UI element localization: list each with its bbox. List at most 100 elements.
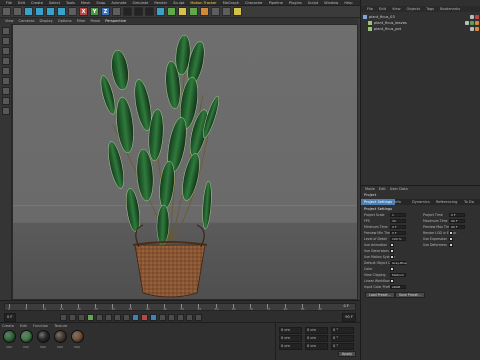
menu-item-edit[interactable]: Edit [18, 1, 25, 5]
scale-tool[interactable] [46, 7, 55, 16]
live-selection-tool[interactable] [24, 7, 33, 16]
redo-button[interactable] [13, 7, 22, 16]
floor-button[interactable] [211, 7, 220, 16]
deformer-button[interactable] [200, 7, 209, 16]
rotation-p-field[interactable]: 0 ° [331, 334, 354, 342]
points-mode-button[interactable] [1, 67, 10, 75]
spline-pen-button[interactable] [178, 7, 187, 16]
menu-item-create[interactable]: Create [31, 1, 43, 5]
viewport-menu-filter[interactable]: Filter [77, 19, 86, 23]
attribute-checkbox[interactable] [449, 236, 453, 241]
undo-button[interactable] [2, 7, 11, 16]
object-menu-view[interactable]: View [392, 7, 401, 11]
material-tag-icon[interactable] [475, 27, 479, 31]
visibility-dots[interactable] [470, 27, 474, 31]
go-to-start-button[interactable] [59, 314, 67, 321]
material-swatch[interactable] [20, 330, 33, 343]
attribute-checkbox[interactable] [390, 242, 394, 247]
menu-item-plugins[interactable]: Plugins [289, 1, 302, 5]
array-button[interactable] [189, 7, 198, 16]
autokeying-button[interactable] [140, 314, 148, 321]
material-tag-icon[interactable] [470, 21, 474, 25]
timeline-ruler[interactable]: 0 F 0 5 10 15 20 25 30 35 40 45 50 55 60 65 70 75 80 85 90 [4, 303, 356, 311]
y-axis-lock[interactable]: Y [90, 7, 99, 16]
material-swatch[interactable] [54, 330, 67, 343]
attribute-value-field[interactable]: 0 F [390, 230, 406, 235]
viewport-menu-cameras[interactable]: Cameras [19, 19, 35, 23]
next-frame-button[interactable] [95, 314, 103, 321]
attribute-value-field[interactable]: 100 % [390, 236, 406, 241]
object-menu-tags[interactable]: Tags [426, 7, 434, 11]
material-menu-create[interactable]: Create [2, 324, 14, 328]
object-menu-objects[interactable]: Objects [407, 7, 421, 11]
attribute-value-field[interactable]: sRGB [390, 284, 406, 289]
material-menu-function[interactable]: Function [33, 324, 48, 328]
attribute-menu-edit[interactable]: Edit [379, 187, 386, 191]
position-z-field[interactable]: 0 cm [279, 342, 302, 350]
visibility-dots[interactable] [470, 15, 474, 19]
size-x-field[interactable]: 0 cm [305, 326, 328, 334]
tab-info[interactable]: Info [391, 199, 404, 205]
go-to-end-button[interactable] [113, 314, 121, 321]
rotation-key-button[interactable] [176, 314, 184, 321]
material-menu-texture[interactable]: Texture [54, 324, 67, 328]
move-tool[interactable] [35, 7, 44, 16]
menu-item-window[interactable]: Window [324, 1, 338, 5]
tab-to-do[interactable]: To Do [461, 199, 477, 205]
play-button[interactable] [86, 314, 94, 321]
visibility-dots[interactable] [465, 21, 469, 25]
viewport-menu-options[interactable]: Options [58, 19, 72, 23]
next-key-button[interactable] [104, 314, 112, 321]
attribute-checkbox[interactable] [390, 254, 394, 259]
menu-item-mesh[interactable]: Mesh [81, 1, 90, 5]
recent-tools-button[interactable] [68, 7, 77, 16]
object-menu-file[interactable]: File [367, 7, 373, 11]
cube-button[interactable] [156, 7, 165, 16]
attribute-menu-mode[interactable]: Mode [365, 187, 375, 191]
camera-button[interactable] [222, 7, 231, 16]
menu-item-script[interactable]: Script [308, 1, 318, 5]
end-frame-field[interactable]: 90 F [342, 313, 356, 322]
attribute-value-field[interactable]: 0 F [390, 224, 406, 229]
model-mode-button[interactable] [1, 37, 10, 45]
material-swatch[interactable] [37, 330, 50, 343]
render-picture-viewer-button[interactable] [134, 7, 143, 16]
axis-mode-button[interactable] [1, 97, 10, 105]
object-row[interactable]: plant_ficus_pot [363, 26, 479, 32]
menu-item-simulate[interactable]: Simulate [132, 1, 148, 5]
attribute-value-field[interactable]: 90 F [449, 218, 465, 223]
tab-dynamics[interactable]: Dynamics [409, 199, 433, 205]
attribute-checkbox[interactable] [390, 266, 394, 271]
texture-mode-button[interactable] [1, 47, 10, 55]
attribute-value-field[interactable]: 1 [390, 212, 406, 217]
render-settings-button[interactable] [145, 7, 154, 16]
position-x-field[interactable]: 0 cm [279, 326, 302, 334]
attribute-checkbox[interactable] [390, 248, 394, 253]
attribute-value-field[interactable]: Medium [390, 272, 406, 277]
attribute-menu-user-data[interactable]: User Data [390, 187, 408, 191]
rotate-tool[interactable] [57, 7, 66, 16]
menu-item-help[interactable]: Help [344, 1, 352, 5]
previous-key-button[interactable] [68, 314, 76, 321]
material-tag-icon[interactable] [475, 15, 479, 19]
menu-item-mograph[interactable]: MoGraph [223, 1, 239, 5]
rotation-b-field[interactable]: 0 ° [331, 342, 354, 350]
x-axis-lock[interactable]: X [79, 7, 88, 16]
workplane-mode-button[interactable] [1, 57, 10, 65]
snap-button[interactable] [1, 107, 10, 115]
load-preset-button[interactable]: Load Preset... [365, 292, 395, 298]
render-view-button[interactable] [123, 7, 132, 16]
material-swatch[interactable] [71, 330, 84, 343]
apply-button[interactable]: Apply [338, 351, 356, 357]
save-preset-button[interactable]: Save Preset... [395, 292, 425, 298]
make-editable-button[interactable] [1, 27, 10, 35]
polygons-mode-button[interactable] [1, 87, 10, 95]
menu-item-select[interactable]: Select [49, 1, 60, 5]
attribute-value-field[interactable]: 30 [390, 218, 406, 223]
position-key-button[interactable] [158, 314, 166, 321]
object-menu-bookmarks[interactable]: Bookmarks [440, 7, 460, 11]
menu-item-file[interactable]: File [6, 1, 12, 5]
subdivision-surface-button[interactable] [167, 7, 176, 16]
viewport-menu-display[interactable]: Display [40, 19, 53, 23]
attribute-checkbox[interactable] [390, 278, 394, 283]
